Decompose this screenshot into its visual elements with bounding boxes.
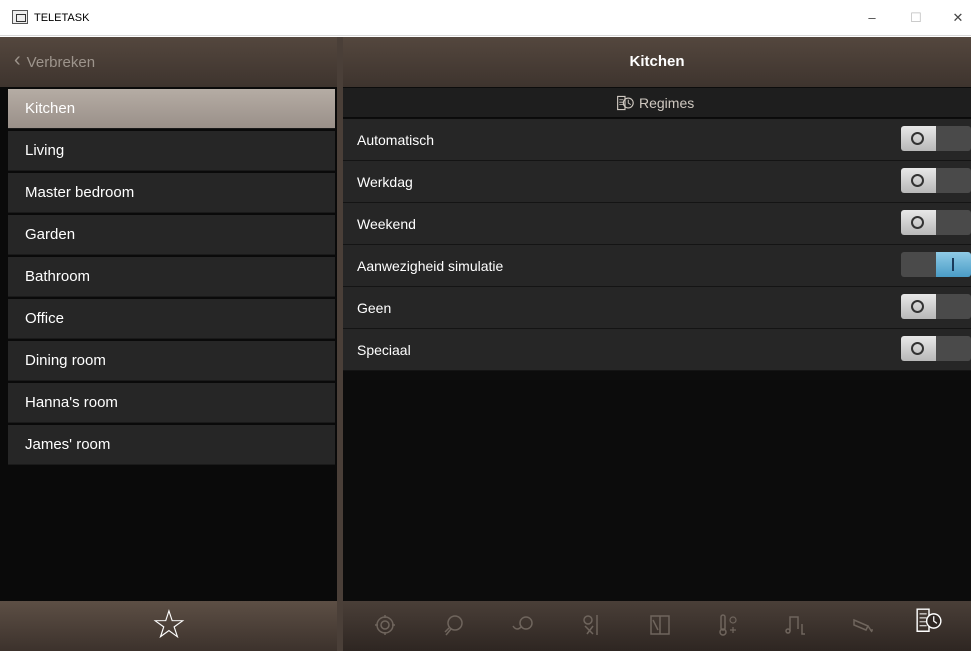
- section-label: Regimes: [615, 94, 694, 112]
- regime-row-weekend: Weekend: [343, 203, 971, 245]
- window-title: TELETASK: [34, 12, 90, 24]
- function-nav-bar: [343, 601, 971, 651]
- room-panel: ‹ Verbreken Kitchen Living Master bedroo…: [0, 37, 337, 651]
- motor-icon[interactable]: [508, 609, 538, 641]
- room-item-living[interactable]: Living: [8, 131, 335, 171]
- door-icon[interactable]: [645, 609, 675, 641]
- window-titlebar: TELETASK – ☐ ✕: [0, 0, 971, 36]
- regime-row-speciaal: Speciaal: [343, 329, 971, 371]
- room-item-kitchen[interactable]: Kitchen: [8, 89, 335, 129]
- detail-header: Kitchen: [343, 37, 971, 87]
- off-circle-icon: [911, 300, 924, 313]
- room-list: Kitchen Living Master bedroom Garden Bat…: [8, 89, 335, 467]
- regime-toggle[interactable]: [901, 336, 971, 361]
- room-item-office[interactable]: Office: [8, 299, 335, 339]
- section-title: Regimes: [639, 95, 695, 111]
- minimize-button[interactable]: –: [857, 8, 887, 28]
- regime-label: Geen: [357, 300, 392, 316]
- regime-row-aanwezigheid-simulatie: Aanwezigheid simulatie: [343, 245, 971, 287]
- app-icon: [12, 10, 28, 24]
- star-icon[interactable]: ☆: [151, 605, 187, 645]
- room-item-garden[interactable]: Garden: [8, 215, 335, 255]
- regime-toggle[interactable]: [901, 294, 971, 319]
- page-title: Kitchen: [629, 53, 685, 70]
- regimes-icon[interactable]: [914, 605, 944, 637]
- regime-label: Aanwezigheid simulatie: [357, 258, 504, 274]
- room-item-hannas-room[interactable]: Hanna's room: [8, 383, 335, 423]
- regimes-icon: [617, 95, 634, 111]
- off-circle-icon: [911, 342, 924, 355]
- camera-icon[interactable]: [848, 609, 878, 641]
- regime-label: Werkdag: [357, 174, 413, 190]
- regime-toggle[interactable]: [901, 168, 971, 193]
- back-button[interactable]: ‹ Verbreken: [14, 49, 96, 72]
- regime-toggle[interactable]: [901, 252, 971, 277]
- on-bar-icon: [952, 258, 954, 271]
- room-item-master-bedroom[interactable]: Master bedroom: [8, 173, 335, 213]
- maximize-button[interactable]: ☐: [901, 8, 931, 28]
- regime-label: Weekend: [357, 216, 416, 232]
- regime-toggle[interactable]: [901, 210, 971, 235]
- regime-label: Automatisch: [357, 132, 435, 148]
- regime-row-werkdag: Werkdag: [343, 161, 971, 203]
- room-item-dining-room[interactable]: Dining room: [8, 341, 335, 381]
- sensor-icon[interactable]: [577, 609, 607, 641]
- temperature-icon[interactable]: [713, 609, 743, 641]
- detail-panel: Kitchen Regimes Automatisch Werkdag Week…: [343, 37, 971, 651]
- close-button[interactable]: ✕: [943, 8, 971, 28]
- room-item-james-room[interactable]: James' room: [8, 425, 335, 465]
- room-panel-footer: ☆: [0, 601, 337, 651]
- chevron-left-icon: ‹: [14, 49, 21, 71]
- regime-list: Automatisch Werkdag Weekend Aanwezigheid…: [343, 119, 971, 371]
- regime-row-geen: Geen: [343, 287, 971, 329]
- off-circle-icon: [911, 174, 924, 187]
- room-item-bathroom[interactable]: Bathroom: [8, 257, 335, 297]
- section-bar: Regimes: [343, 88, 971, 118]
- lightbulb-icon[interactable]: [439, 609, 469, 641]
- back-label: Verbreken: [26, 53, 96, 71]
- music-icon[interactable]: [780, 609, 810, 641]
- off-circle-icon: [911, 132, 924, 145]
- scene-icon[interactable]: [370, 609, 400, 641]
- off-circle-icon: [911, 216, 924, 229]
- regime-row-automatisch: Automatisch: [343, 119, 971, 161]
- regime-label: Speciaal: [357, 342, 411, 358]
- regime-toggle[interactable]: [901, 126, 971, 151]
- room-panel-header: ‹ Verbreken: [0, 37, 337, 87]
